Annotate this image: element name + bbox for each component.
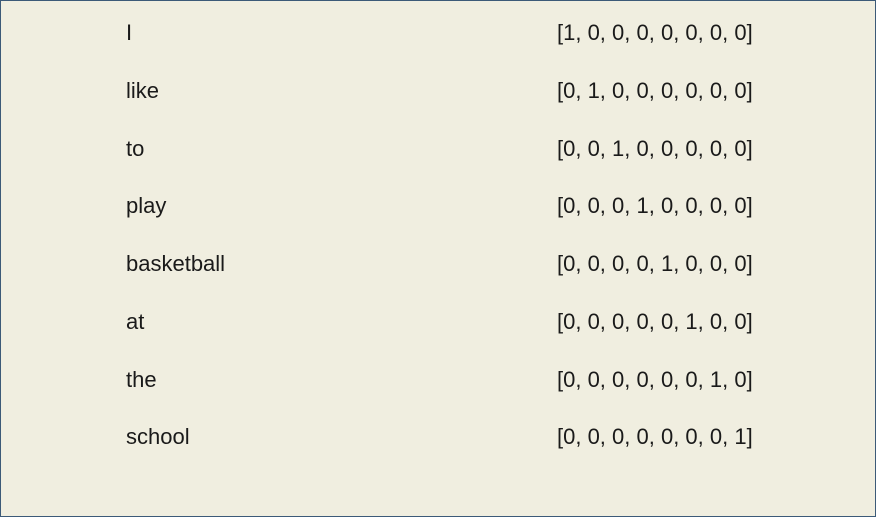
one-hot-vector: [0, 0, 0, 0, 0, 0, 1, 0] xyxy=(557,366,753,392)
table-row: I [1, 0, 0, 0, 0, 0, 0, 0] xyxy=(1,15,875,73)
word-label: the xyxy=(126,366,157,392)
word-label: I xyxy=(126,20,133,45)
word-label: to xyxy=(126,135,145,161)
one-hot-vector: [0, 0, 1, 0, 0, 0, 0, 0] xyxy=(557,135,753,161)
one-hot-vector: [0, 0, 0, 0, 1, 0, 0, 0] xyxy=(557,251,753,276)
one-hot-vector: [0, 0, 0, 0, 0, 1, 0, 0] xyxy=(557,308,753,334)
word-label: play xyxy=(126,193,167,219)
word-label: basketball xyxy=(126,251,226,276)
table-row: basketball [0, 0, 0, 0, 1, 0, 0, 0] xyxy=(1,246,875,304)
table-row: at [0, 0, 0, 0, 0, 1, 0, 0] xyxy=(1,304,875,362)
word-label: like xyxy=(126,77,160,103)
word-label: school xyxy=(126,424,190,450)
table-row: to [0, 0, 1, 0, 0, 0, 0, 0] xyxy=(1,131,875,189)
rows-container: I [1, 0, 0, 0, 0, 0, 0, 0] like [0, 1, 0… xyxy=(1,15,875,477)
table-row: school [0, 0, 0, 0, 0, 0, 0, 1] xyxy=(1,419,875,477)
one-hot-vector: [1, 0, 0, 0, 0, 0, 0, 0] xyxy=(557,20,753,45)
word-label: at xyxy=(126,308,145,334)
table-row: the [0, 0, 0, 0, 0, 0, 1, 0] xyxy=(1,362,875,420)
one-hot-vector: [0, 1, 0, 0, 0, 0, 0, 0] xyxy=(557,77,753,103)
one-hot-vector: [0, 0, 0, 0, 0, 0, 0, 1] xyxy=(557,424,753,450)
table-row: play [0, 0, 0, 1, 0, 0, 0, 0] xyxy=(1,188,875,246)
table-row: like [0, 1, 0, 0, 0, 0, 0, 0] xyxy=(1,73,875,131)
one-hot-table: I [1, 0, 0, 0, 0, 0, 0, 0] like [0, 1, 0… xyxy=(0,0,876,517)
one-hot-vector: [0, 0, 0, 1, 0, 0, 0, 0] xyxy=(557,193,753,219)
